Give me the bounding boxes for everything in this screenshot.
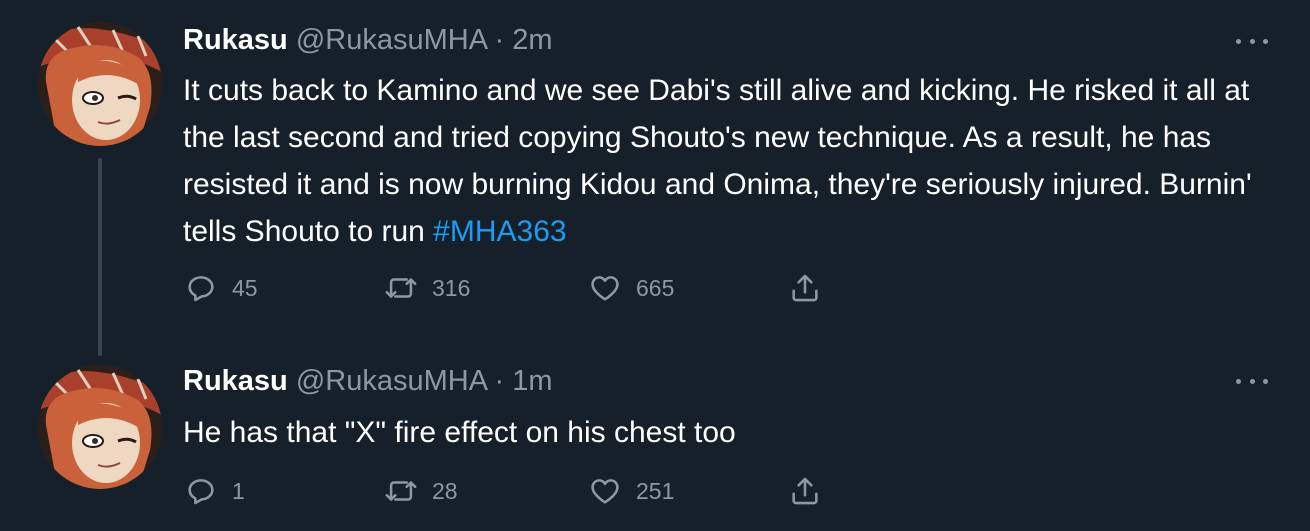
timestamp[interactable]: 2m bbox=[512, 24, 552, 56]
avatar[interactable] bbox=[38, 365, 162, 489]
like-button[interactable]: 251 bbox=[588, 474, 674, 508]
tweet-text: He has that "X" fire effect on his chest… bbox=[183, 409, 1263, 456]
retweet-count: 316 bbox=[432, 274, 471, 301]
retweet-icon bbox=[385, 481, 417, 501]
tweet[interactable]: Rukasu @RukasuMHA · 2m It cuts back to K… bbox=[0, 0, 1310, 340]
tweet-actions: 1 28 251 bbox=[184, 474, 844, 508]
separator-dot: · bbox=[494, 365, 505, 397]
display-name[interactable]: Rukasu bbox=[183, 365, 288, 397]
retweet-button[interactable]: 28 bbox=[384, 474, 458, 508]
tweet-text: It cuts back to Kamino and we see Dabi's… bbox=[183, 67, 1263, 255]
like-icon bbox=[591, 276, 619, 301]
retweet-icon bbox=[385, 278, 417, 298]
tweet-body: It cuts back to Kamino and we see Dabi's… bbox=[183, 74, 1252, 248]
like-icon bbox=[591, 479, 619, 504]
reply-button[interactable]: 45 bbox=[184, 271, 258, 305]
tweet-actions: 45 316 665 bbox=[184, 271, 844, 305]
more-icon[interactable] bbox=[1236, 31, 1268, 51]
reply-button[interactable]: 1 bbox=[184, 474, 245, 508]
share-button[interactable] bbox=[788, 271, 822, 305]
more-icon[interactable] bbox=[1236, 371, 1268, 391]
timestamp[interactable]: 1m bbox=[512, 365, 552, 397]
tweet-header: Rukasu @RukasuMHA · 2m bbox=[183, 24, 553, 57]
reply-count: 45 bbox=[232, 274, 258, 301]
reply-icon bbox=[188, 276, 214, 302]
display-name[interactable]: Rukasu bbox=[183, 24, 288, 56]
tweet[interactable]: Rukasu @RukasuMHA · 1m He has that "X" f… bbox=[0, 340, 1310, 531]
hashtag-link[interactable]: #MHA363 bbox=[433, 215, 566, 248]
tweet-header: Rukasu @RukasuMHA · 1m bbox=[183, 365, 553, 398]
user-handle[interactable]: @RukasuMHA bbox=[296, 365, 487, 397]
share-button[interactable] bbox=[788, 474, 822, 508]
user-handle[interactable]: @RukasuMHA bbox=[296, 24, 487, 56]
separator-dot: · bbox=[494, 24, 505, 56]
share-icon bbox=[792, 274, 818, 302]
like-count: 665 bbox=[636, 274, 675, 301]
like-button[interactable]: 665 bbox=[588, 271, 674, 305]
retweet-button[interactable]: 316 bbox=[384, 271, 470, 305]
reply-count: 1 bbox=[232, 477, 245, 504]
tweet-body: He has that "X" fire effect on his chest… bbox=[183, 416, 736, 449]
share-icon bbox=[792, 477, 818, 505]
like-count: 251 bbox=[636, 477, 675, 504]
avatar[interactable] bbox=[38, 22, 162, 146]
retweet-count: 28 bbox=[432, 477, 458, 504]
reply-icon bbox=[188, 479, 214, 505]
